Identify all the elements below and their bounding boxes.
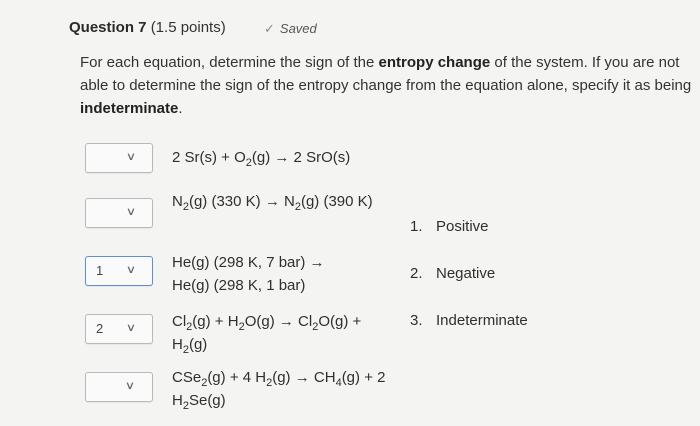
prompt-text-3: . [178,100,183,117]
check-icon: ✓ [264,21,275,36]
prompt-text-1: For each equation, determine the sign of… [80,54,379,71]
answer-dropdown-4[interactable]: 2 ∨ [85,314,153,344]
prompt-bold-entropy-change: entropy change [378,54,491,71]
question-points: (1.5 points) [150,19,226,36]
eq-text: Cl [172,313,187,330]
dropdown-value: 1 [96,263,104,278]
option-negative: 2. Negative [410,265,495,282]
option-indeterminate: 3. Indeterminate [410,312,528,329]
dropdown-value: 2 [96,321,104,336]
eq-text: N [172,193,183,210]
eq-text: CSe [172,369,202,386]
eq-text: He(g) (298 K, 7 bar) → He(g) (298 K, 1 b… [172,254,325,294]
eq-text: (g) + H [192,313,239,330]
option-number: 3. [410,312,423,329]
chevron-down-icon: ∨ [125,151,137,163]
answer-dropdown-2[interactable]: ∨ [85,198,153,228]
question-title: Question 7 [69,19,147,36]
eq-text: 2 Sr(s) + O [172,149,246,166]
question-header: Question 7 (1.5 points) [69,19,226,36]
saved-label: Saved [279,21,317,36]
equation-2: N2(g) (330 K) → N2(g) (390 K) [172,190,384,213]
question-page: Question 7 (1.5 points) ✓ Saved For each … [0,0,700,426]
eq-text: (g) + 4 H [207,369,267,386]
eq-text: (g) → CH [272,369,336,386]
saved-status: ✓ Saved [264,21,317,37]
option-label: Positive [436,218,489,235]
eq-text: (g) (390 K) [300,193,373,210]
eq-text: Se(g) [188,392,226,409]
eq-text: (g) → 2 SrO(s) [251,149,351,166]
answer-dropdown-5[interactable]: ∨ [85,372,153,402]
chevron-down-icon: ∨ [125,322,137,334]
chevron-down-icon: ∨ [124,380,136,392]
question-prompt: For each equation, determine the sign of… [80,51,692,120]
answer-dropdown-1[interactable]: ∨ [85,143,153,173]
option-label: Negative [436,265,496,282]
eq-text: O(g) → Cl [244,313,313,330]
option-number: 2. [410,265,423,282]
equation-5: CSe2(g) + 4 H2(g) → CH4(g) + 2 H2Se(g) [172,366,392,412]
eq-text: (g) (330 K) → N [188,193,295,210]
option-positive: 1. Positive [410,218,489,235]
equation-1: 2 Sr(s) + O2(g) → 2 SrO(s) [172,146,412,169]
answer-dropdown-3[interactable]: 1 ∨ [85,256,153,286]
equation-3: He(g) (298 K, 7 bar) → He(g) (298 K, 1 b… [172,251,362,297]
option-label: Indeterminate [436,312,528,329]
chevron-down-icon: ∨ [125,206,137,218]
eq-text: (g) [188,336,208,353]
option-number: 1. [410,218,423,235]
prompt-bold-indeterminate: indeterminate [80,100,179,117]
chevron-down-icon: ∨ [125,264,137,276]
equation-4: Cl2(g) + H2O(g) → Cl2O(g) + H2(g) [172,310,392,356]
